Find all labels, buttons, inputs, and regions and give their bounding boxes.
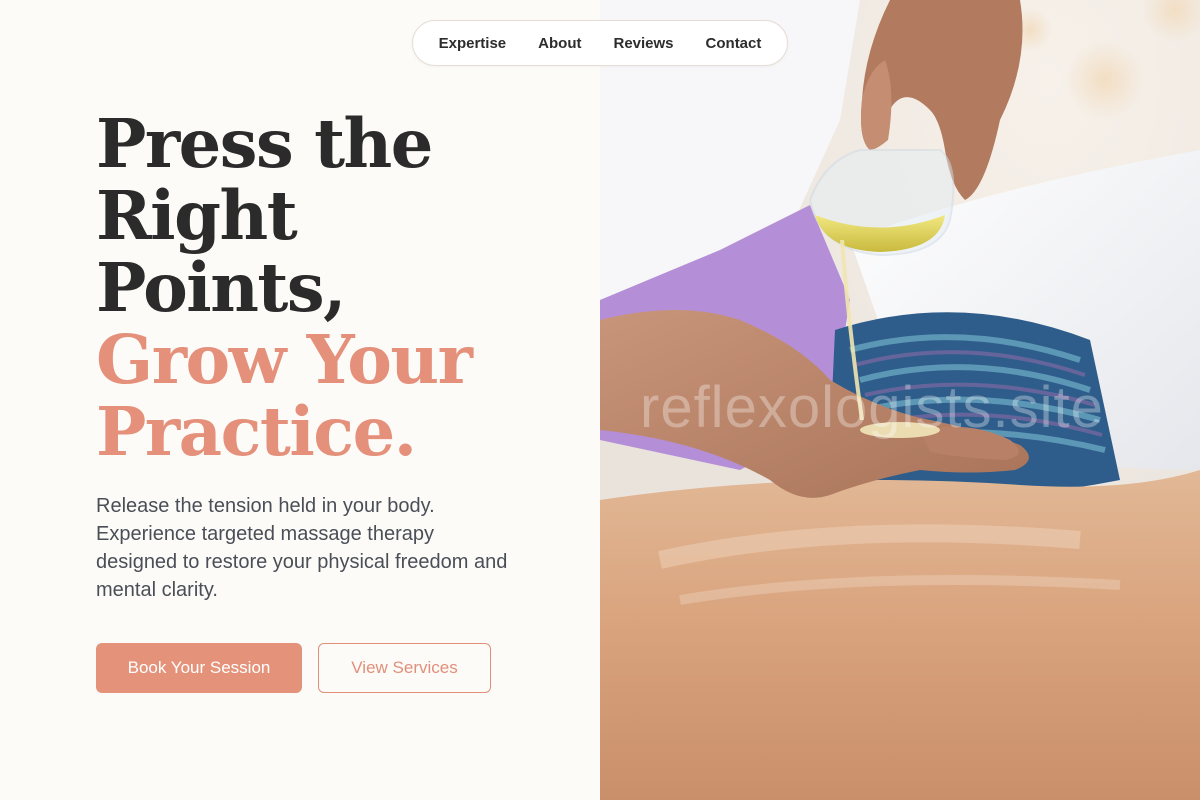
headline-line: Points, bbox=[96, 248, 346, 327]
nav-item-reviews[interactable]: Reviews bbox=[597, 35, 689, 52]
nav-item-contact[interactable]: Contact bbox=[690, 35, 778, 52]
top-navigation: Expertise About Reviews Contact bbox=[412, 20, 788, 66]
nav-item-about[interactable]: About bbox=[522, 35, 597, 52]
watermark-text: reflexologists.site bbox=[640, 375, 1104, 440]
view-services-button[interactable]: View Services bbox=[318, 643, 491, 693]
headline-line: Press the bbox=[96, 104, 433, 183]
hero-headline: Press the Right Points, Grow Your Practi… bbox=[96, 104, 473, 471]
headline-accent-line: Grow Your bbox=[96, 320, 473, 399]
book-session-button[interactable]: Book Your Session bbox=[96, 643, 302, 693]
nav-item-expertise[interactable]: Expertise bbox=[423, 35, 523, 52]
headline-line: Right bbox=[96, 176, 298, 255]
headline-accent-line: Practice. bbox=[96, 392, 417, 471]
hero-description: Release the tension held in your body. E… bbox=[96, 495, 508, 601]
hero-left-panel: Press the Right Points, Grow Your Practi… bbox=[0, 0, 600, 800]
